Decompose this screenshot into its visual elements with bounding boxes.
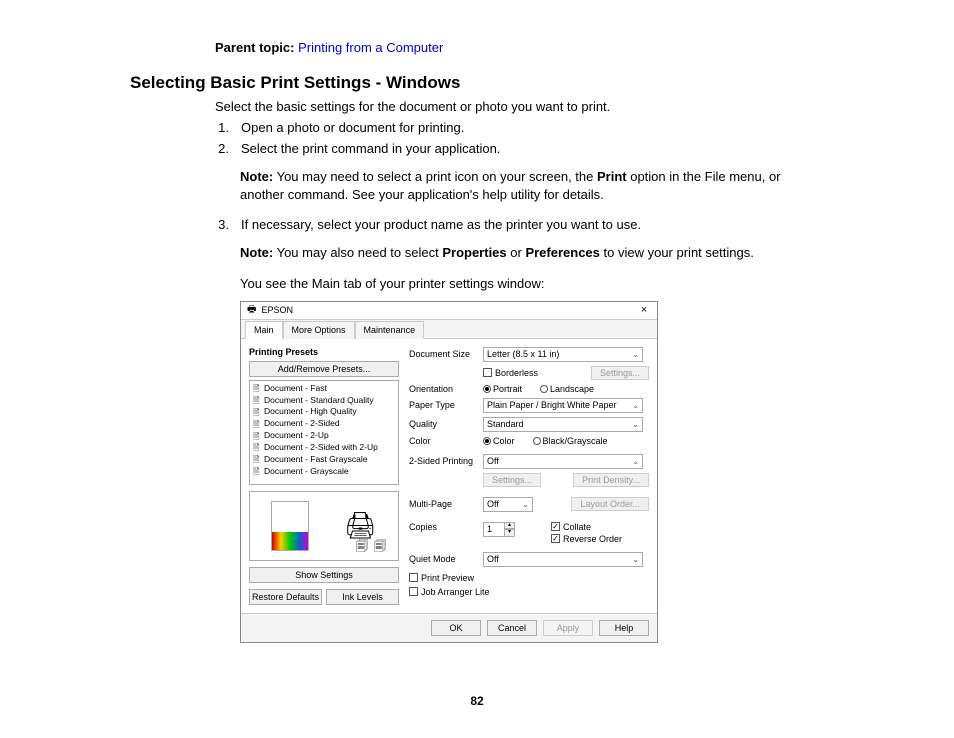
note-2: Note: You may also need to select Proper… <box>240 244 824 262</box>
dialog-titlebar: 🖶 EPSON × <box>241 302 657 320</box>
ok-button[interactable]: OK <box>431 620 481 636</box>
copies-label: Copies <box>409 522 477 532</box>
parent-topic-label: Parent topic: <box>215 40 294 55</box>
color-radio[interactable]: Color <box>483 436 515 446</box>
doc-icon: 🗎 <box>253 383 261 394</box>
quiet-mode-label: Quiet Mode <box>409 554 477 564</box>
doc-icon: 🗎 <box>253 454 261 465</box>
chevron-down-icon: ⌄ <box>632 457 639 466</box>
print-density-button: Print Density... <box>573 473 649 487</box>
tab-more-options[interactable]: More Options <box>283 321 355 339</box>
note-1: Note: You may need to select a print ico… <box>240 168 824 203</box>
doc-icon: 🗎 <box>253 407 261 418</box>
job-arranger-checkbox[interactable]: Job Arranger Lite <box>409 587 649 597</box>
dialog-tabs: Main More Options Maintenance <box>241 320 657 339</box>
apply-button: Apply <box>543 620 593 636</box>
chevron-down-icon: ⌄ <box>632 420 639 429</box>
quiet-mode-select[interactable]: Off⌄ <box>483 552 643 567</box>
section-title: Selecting Basic Print Settings - Windows <box>130 73 824 93</box>
preset-item[interactable]: 🗎Document - 2-Sided <box>252 418 396 430</box>
preset-list[interactable]: 🗎Document - Fast 🗎Document - Standard Qu… <box>249 380 399 485</box>
orientation-label: Orientation <box>409 384 477 394</box>
print-preview-checkbox[interactable]: Print Preview <box>409 573 649 583</box>
page-preview-icon <box>271 501 309 551</box>
help-button[interactable]: Help <box>599 620 649 636</box>
paper-type-select[interactable]: Plain Paper / Bright White Paper⌄ <box>483 398 643 413</box>
collate-icon: 🗐 <box>374 537 386 558</box>
preview-area: 🖨 🗐 🗐 <box>249 491 399 561</box>
preset-item[interactable]: 🗎Document - 2-Sided with 2-Up <box>252 442 396 454</box>
doc-icon: 🗎 <box>253 419 261 430</box>
multipage-icon: 🗐 <box>356 537 368 558</box>
doc-icon: 🗎 <box>253 466 261 477</box>
preset-item[interactable]: 🗎Document - Grayscale <box>252 466 396 478</box>
parent-topic-link[interactable]: Printing from a Computer <box>298 40 443 55</box>
doc-icon: 🗎 <box>253 442 261 453</box>
reverse-order-checkbox[interactable]: Reverse Order <box>551 534 622 544</box>
intro-text: Select the basic settings for the docume… <box>215 99 824 114</box>
chevron-down-icon: ⌄ <box>632 401 639 410</box>
portrait-radio[interactable]: Portrait <box>483 384 522 394</box>
quality-select[interactable]: Standard⌄ <box>483 417 643 432</box>
show-settings-button[interactable]: Show Settings <box>249 567 399 583</box>
doc-icon: 🗎 <box>253 395 261 406</box>
page-number: 82 <box>0 694 954 708</box>
cancel-button[interactable]: Cancel <box>487 620 537 636</box>
chevron-up-icon[interactable]: ▴ <box>505 522 515 530</box>
printer-icon: 🖶 <box>247 302 256 319</box>
copies-spinner[interactable]: 1 ▴▾ <box>483 522 515 537</box>
multi-page-select[interactable]: Off⌄ <box>483 497 533 512</box>
printing-presets-label: Printing Presets <box>249 347 399 357</box>
preset-item[interactable]: 🗎Document - Fast <box>252 383 396 395</box>
tab-maintenance[interactable]: Maintenance <box>355 321 425 339</box>
close-button[interactable]: × <box>635 304 653 316</box>
two-sided-select[interactable]: Off⌄ <box>483 454 643 469</box>
doc-icon: 🗎 <box>253 431 261 442</box>
preset-item[interactable]: 🗎Document - High Quality <box>252 406 396 418</box>
chevron-down-icon: ⌄ <box>522 500 529 509</box>
layout-order-button: Layout Order... <box>571 497 649 511</box>
step-3: 3. If necessary, select your product nam… <box>215 217 824 232</box>
landscape-radio[interactable]: Landscape <box>540 384 594 394</box>
chevron-down-icon: ⌄ <box>632 350 639 359</box>
borderless-settings-button: Settings... <box>591 366 649 380</box>
two-sided-label: 2-Sided Printing <box>409 456 477 466</box>
preset-item[interactable]: 🗎Document - 2-Up <box>252 430 396 442</box>
borderless-checkbox[interactable]: Borderless <box>483 368 538 378</box>
ink-levels-button[interactable]: Ink Levels <box>326 589 399 605</box>
screenshot-caption: You see the Main tab of your printer set… <box>240 276 824 291</box>
printer-settings-dialog: 🖶 EPSON × Main More Options Maintenance … <box>240 301 658 643</box>
two-sided-settings-button: Settings... <box>483 473 541 487</box>
parent-topic: Parent topic: Printing from a Computer <box>215 40 824 55</box>
paper-type-label: Paper Type <box>409 400 477 410</box>
tab-main[interactable]: Main <box>245 321 283 339</box>
step-2: 2. Select the print command in your appl… <box>215 141 824 156</box>
document-size-label: Document Size <box>409 349 477 359</box>
dialog-title: EPSON <box>261 305 293 315</box>
chevron-down-icon[interactable]: ▾ <box>505 529 515 537</box>
collate-checkbox[interactable]: Collate <box>551 522 622 532</box>
preset-item[interactable]: 🗎Document - Fast Grayscale <box>252 454 396 466</box>
quality-label: Quality <box>409 419 477 429</box>
chevron-down-icon: ⌄ <box>632 555 639 564</box>
preset-item[interactable]: 🗎Document - Standard Quality <box>252 395 396 407</box>
step-1: 1. Open a photo or document for printing… <box>215 120 824 135</box>
document-size-select[interactable]: Letter (8.5 x 11 in)⌄ <box>483 347 643 362</box>
grayscale-radio[interactable]: Black/Grayscale <box>533 436 608 446</box>
multi-page-label: Multi-Page <box>409 499 477 509</box>
add-remove-presets-button[interactable]: Add/Remove Presets... <box>249 361 399 377</box>
color-label: Color <box>409 436 477 446</box>
restore-defaults-button[interactable]: Restore Defaults <box>249 589 322 605</box>
